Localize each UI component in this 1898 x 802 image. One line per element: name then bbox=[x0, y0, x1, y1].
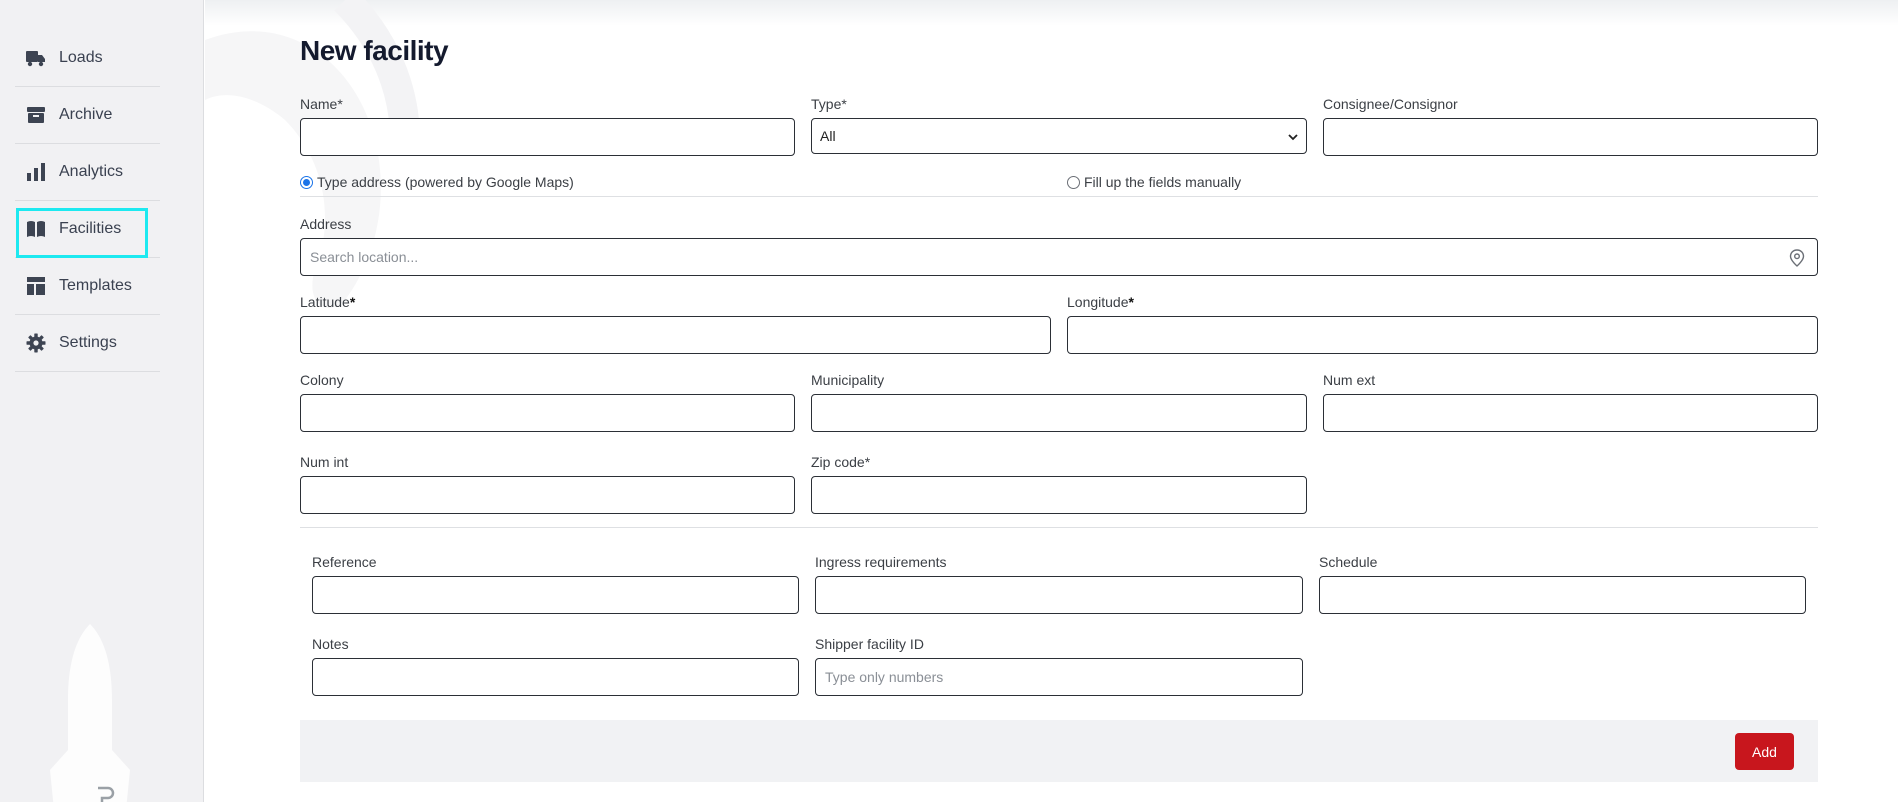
sidebar-item-label: Facilities bbox=[59, 220, 122, 237]
address-search-input[interactable] bbox=[300, 238, 1818, 276]
add-button[interactable]: Add bbox=[1735, 733, 1794, 770]
main-content: New facility Name* Type* All Consignee/C… bbox=[205, 0, 1898, 802]
num-int-input[interactable] bbox=[300, 476, 795, 514]
sidebar-item-facilities[interactable]: Facilities bbox=[15, 201, 160, 258]
longitude-label-text: Longitude bbox=[1067, 294, 1129, 310]
longitude-label: Longitude* bbox=[1067, 294, 1134, 310]
location-pin-icon[interactable] bbox=[1789, 249, 1805, 267]
sidebar-item-templates[interactable]: Templates bbox=[15, 258, 160, 315]
form-footer: Add bbox=[300, 720, 1818, 782]
municipality-label: Municipality bbox=[811, 372, 885, 388]
radio-manual-label: Fill up the fields manually bbox=[1084, 174, 1242, 190]
book-icon bbox=[25, 218, 47, 240]
truck-icon bbox=[25, 47, 47, 69]
type-label: Type* bbox=[811, 96, 847, 112]
num-ext-input[interactable] bbox=[1323, 394, 1818, 432]
address-label: Address bbox=[300, 216, 352, 232]
sidebar-item-settings[interactable]: Settings bbox=[15, 315, 160, 372]
sidebar-item-label: Settings bbox=[59, 334, 117, 351]
schedule-label: Schedule bbox=[1319, 554, 1378, 570]
colony-label: Colony bbox=[300, 372, 344, 388]
shipper-facility-id-input[interactable] bbox=[815, 658, 1303, 696]
brand-logo-icon bbox=[98, 786, 115, 802]
radio-google-maps[interactable]: Type address (powered by Google Maps) bbox=[300, 174, 574, 190]
sidebar-item-archive[interactable]: Archive bbox=[15, 87, 160, 144]
radio-manual[interactable]: Fill up the fields manually bbox=[1067, 174, 1241, 190]
archive-icon bbox=[25, 104, 47, 126]
bar-chart-icon bbox=[25, 161, 47, 183]
radio-google-label: Type address (powered by Google Maps) bbox=[317, 174, 574, 190]
municipality-input[interactable] bbox=[811, 394, 1307, 432]
type-select-value: All bbox=[820, 128, 836, 144]
page-title: New facility bbox=[300, 35, 449, 66]
latitude-input[interactable] bbox=[300, 316, 1051, 354]
required-mark: * bbox=[1128, 294, 1134, 310]
colony-input[interactable] bbox=[300, 394, 795, 432]
consignee-input[interactable] bbox=[1323, 118, 1818, 156]
sidebar-item-label: Archive bbox=[59, 106, 113, 123]
zip-code-input[interactable] bbox=[811, 476, 1307, 514]
sidebar-nav: Loads Archive Analytics Facilities Templ… bbox=[15, 30, 160, 372]
latitude-label-text: Latitude bbox=[300, 294, 350, 310]
divider bbox=[300, 527, 1818, 528]
schedule-input[interactable] bbox=[1319, 576, 1806, 614]
name-label: Name* bbox=[300, 96, 343, 112]
required-mark: * bbox=[349, 294, 356, 310]
notes-label: Notes bbox=[312, 636, 349, 652]
latitude-label: Latitude* bbox=[300, 294, 355, 310]
notes-input[interactable] bbox=[312, 658, 799, 696]
zip-code-label: Zip code* bbox=[811, 454, 871, 470]
name-input[interactable] bbox=[300, 118, 795, 156]
sidebar-item-label: Analytics bbox=[59, 163, 124, 180]
num-int-label: Num int bbox=[300, 454, 349, 470]
reference-input[interactable] bbox=[312, 576, 799, 614]
sidebar-item-loads[interactable]: Loads bbox=[15, 30, 160, 87]
sidebar-item-label: Loads bbox=[59, 49, 103, 66]
type-select[interactable]: All bbox=[811, 118, 1307, 154]
consignee-label: Consignee/Consignor bbox=[1323, 96, 1458, 112]
radio-unchecked-icon bbox=[1067, 175, 1080, 189]
reference-label: Reference bbox=[312, 554, 377, 570]
sidebar-item-analytics[interactable]: Analytics bbox=[15, 144, 160, 201]
ingress-requirements-label: Ingress requirements bbox=[815, 554, 947, 570]
gear-icon bbox=[25, 332, 47, 354]
sidebar: Loads Archive Analytics Facilities Templ… bbox=[0, 0, 204, 802]
sidebar-item-label: Templates bbox=[59, 277, 132, 294]
rocket-watermark-icon bbox=[50, 624, 130, 802]
radio-checked-icon bbox=[300, 175, 313, 189]
num-ext-label: Num ext bbox=[1323, 372, 1376, 388]
template-icon bbox=[25, 275, 47, 297]
shipper-facility-id-label: Shipper facility ID bbox=[815, 636, 924, 652]
longitude-input[interactable] bbox=[1067, 316, 1818, 354]
divider bbox=[300, 196, 1818, 197]
chevron-down-icon bbox=[1288, 128, 1298, 144]
ingress-requirements-input[interactable] bbox=[815, 576, 1303, 614]
